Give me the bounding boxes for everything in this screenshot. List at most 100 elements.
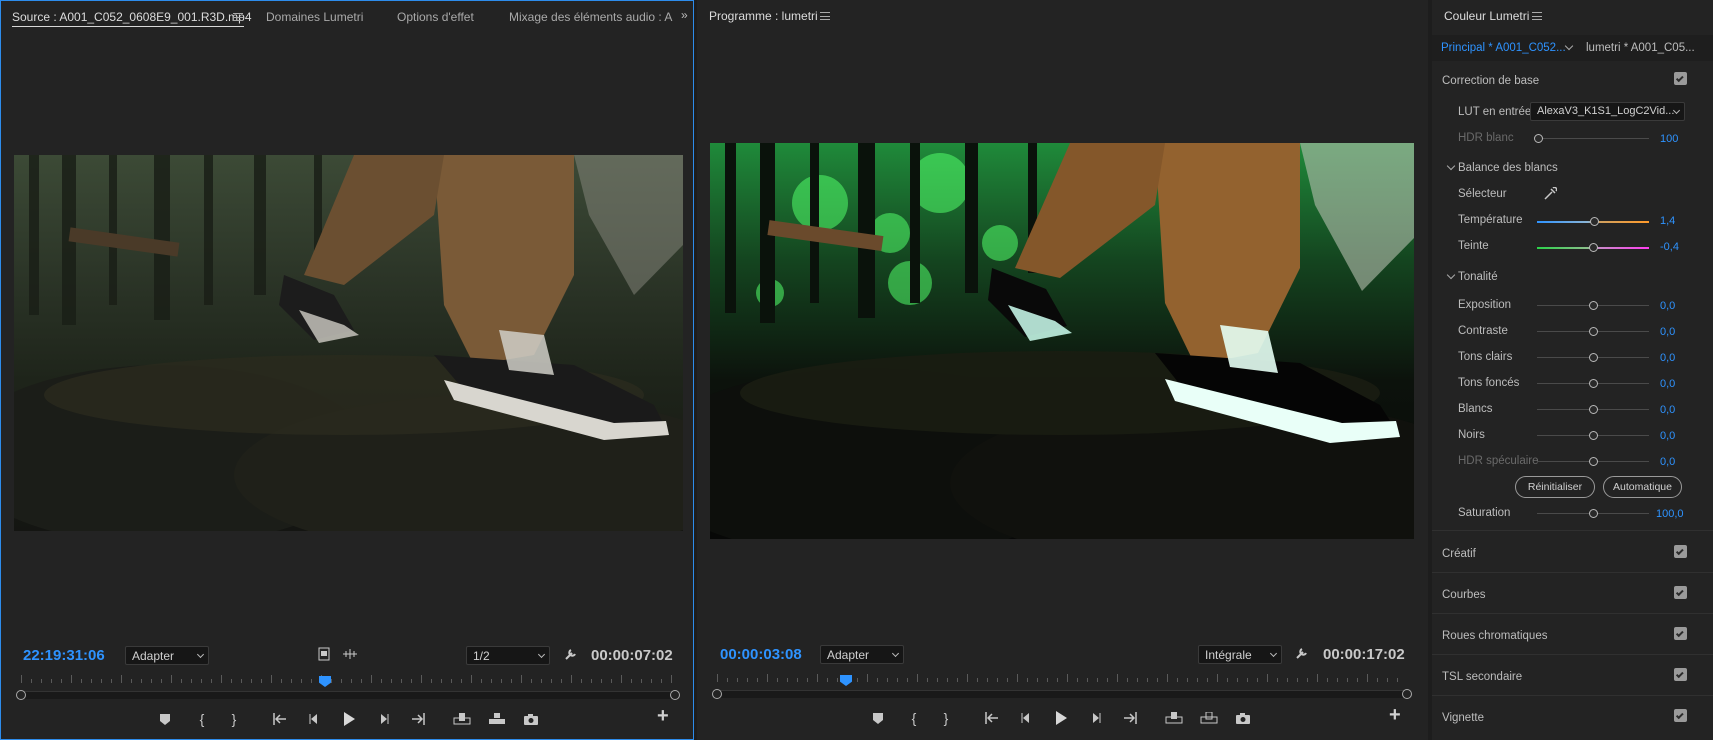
tone-slider-value[interactable]: 0,0 [1660, 404, 1675, 416]
tone-slider-value[interactable]: 0,0 [1660, 430, 1675, 442]
tone-slider-handle[interactable] [1589, 301, 1598, 310]
temperature-slider-handle[interactable] [1590, 217, 1599, 226]
program-playhead[interactable] [840, 675, 852, 686]
eyedropper-icon[interactable] [1542, 186, 1558, 202]
insert-icon[interactable] [451, 708, 473, 730]
section-tone[interactable]: Tonalité [1458, 271, 1498, 283]
add-marker-icon[interactable] [867, 707, 889, 729]
tone-slider-value[interactable]: 0,0 [1660, 456, 1675, 468]
hdr-white-track[interactable] [1537, 138, 1649, 139]
panel-menu-icon[interactable] [820, 12, 830, 20]
temperature-value[interactable]: 1,4 [1660, 215, 1675, 227]
step-forward-icon[interactable] [1085, 707, 1107, 729]
section-header[interactable]: Roues chromatiques [1442, 630, 1547, 642]
program-resolution-dropdown[interactable]: Intégrale [1198, 645, 1282, 664]
mark-in-icon[interactable]: { [191, 708, 213, 730]
tone-slider-handle[interactable] [1589, 353, 1598, 362]
extract-icon[interactable] [1198, 707, 1220, 729]
program-time-ruler[interactable] [717, 672, 1407, 682]
tint-slider-handle[interactable] [1589, 243, 1598, 252]
drag-audio-video-icon[interactable] [341, 646, 359, 662]
source-fit-dropdown[interactable]: Adapter [125, 646, 209, 665]
lift-icon[interactable] [1163, 707, 1185, 729]
more-tabs-icon[interactable]: » [681, 8, 688, 22]
mark-out-icon[interactable]: } [223, 708, 245, 730]
source-time-ruler[interactable] [21, 673, 675, 683]
go-to-in-icon[interactable] [981, 707, 1003, 729]
wrench-icon[interactable] [1294, 645, 1310, 661]
go-to-in-icon[interactable] [269, 708, 291, 730]
program-scroll-start-handle[interactable] [712, 689, 722, 699]
chevron-down-icon[interactable] [1446, 161, 1456, 171]
add-button-icon[interactable]: + [1389, 704, 1401, 727]
auto-button[interactable]: Automatique [1603, 476, 1682, 498]
tone-slider-handle[interactable] [1589, 379, 1598, 388]
tone-slider-value[interactable]: 0,0 [1660, 326, 1675, 338]
play-icon[interactable] [338, 708, 360, 730]
export-frame-settings-icon[interactable] [317, 646, 331, 662]
add-button-icon[interactable]: + [657, 705, 669, 728]
go-to-out-icon[interactable] [407, 708, 429, 730]
panel-menu-icon[interactable] [233, 13, 243, 21]
step-back-icon[interactable] [1015, 707, 1037, 729]
saturation-value[interactable]: 100,0 [1656, 508, 1684, 520]
section-header[interactable]: Vignette [1442, 712, 1484, 724]
go-to-out-icon[interactable] [1119, 707, 1141, 729]
section-enable-checkbox[interactable] [1674, 668, 1687, 681]
saturation-slider-handle[interactable] [1589, 509, 1598, 518]
program-scroll-end-handle[interactable] [1402, 689, 1412, 699]
program-current-timecode[interactable]: 00:00:03:08 [720, 646, 802, 663]
hdr-white-value[interactable]: 100 [1660, 133, 1678, 145]
source-current-timecode[interactable]: 22:19:31:06 [23, 647, 105, 664]
wrench-icon[interactable] [563, 646, 579, 662]
source-scroll-bar[interactable] [21, 691, 675, 699]
section-header[interactable]: Créatif [1442, 548, 1476, 560]
tone-slider-handle[interactable] [1589, 327, 1598, 336]
step-forward-icon[interactable] [373, 708, 395, 730]
tab-program[interactable]: Programme : lumetri [709, 9, 818, 23]
source-resolution-dropdown[interactable]: 1/2 [466, 646, 550, 665]
section-white-balance[interactable]: Balance des blancs [1458, 162, 1558, 174]
section-header[interactable]: Courbes [1442, 589, 1485, 601]
program-scroll-bar[interactable] [717, 690, 1407, 698]
chevron-down-icon[interactable] [1446, 270, 1456, 280]
section-basic-correction[interactable]: Correction de base [1442, 75, 1539, 87]
section-enable-checkbox[interactable] [1674, 709, 1687, 722]
tab-principal-clip[interactable]: Principal * A001_C052... [1441, 42, 1566, 54]
mark-out-icon[interactable]: } [935, 707, 957, 729]
play-icon[interactable] [1050, 707, 1072, 729]
tone-slider-handle[interactable] [1589, 431, 1598, 440]
source-scroll-end-handle[interactable] [670, 690, 680, 700]
mark-in-icon[interactable]: { [903, 707, 925, 729]
tab-lumetri-scopes[interactable]: Domaines Lumetri [266, 10, 363, 24]
panel-menu-icon[interactable] [1532, 12, 1542, 20]
tone-slider-handle[interactable] [1589, 405, 1598, 414]
tone-slider-handle[interactable] [1589, 457, 1598, 466]
overwrite-icon[interactable] [486, 708, 508, 730]
chevron-down-icon[interactable] [1564, 41, 1574, 51]
source-playhead[interactable] [319, 676, 331, 687]
camera-export-frame-icon[interactable] [1232, 707, 1254, 729]
lut-dropdown[interactable]: AlexaV3_K1S1_LogC2Vid... [1530, 102, 1685, 121]
section-header[interactable]: TSL secondaire [1442, 671, 1522, 683]
tone-slider-value[interactable]: 0,0 [1660, 352, 1675, 364]
tint-value[interactable]: -0,4 [1660, 241, 1679, 253]
step-back-icon[interactable] [303, 708, 325, 730]
reset-button[interactable]: Réinitialiser [1515, 476, 1595, 498]
camera-export-frame-icon[interactable] [520, 708, 542, 730]
program-fit-dropdown[interactable]: Adapter [820, 645, 904, 664]
source-scroll-start-handle[interactable] [16, 690, 26, 700]
tab-effect-controls[interactable]: Options d'effet [397, 10, 474, 24]
tab-source[interactable]: Source : A001_C052_0608E9_001.R3D.mp4 [12, 10, 252, 24]
tone-slider-value[interactable]: 0,0 [1660, 300, 1675, 312]
section-enable-checkbox[interactable] [1674, 627, 1687, 640]
add-marker-icon[interactable] [154, 708, 176, 730]
lumetri-panel-title[interactable]: Couleur Lumetri [1444, 9, 1529, 23]
basic-correction-checkbox[interactable] [1674, 72, 1687, 85]
tab-audio-clip-mixer[interactable]: Mixage des éléments audio : A [509, 10, 672, 24]
section-enable-checkbox[interactable] [1674, 545, 1687, 558]
section-enable-checkbox[interactable] [1674, 586, 1687, 599]
hdr-white-slider-handle[interactable] [1534, 134, 1543, 143]
tone-slider-value[interactable]: 0,0 [1660, 378, 1675, 390]
tab-lumetri-clip[interactable]: lumetri * A001_C05... [1586, 42, 1695, 54]
